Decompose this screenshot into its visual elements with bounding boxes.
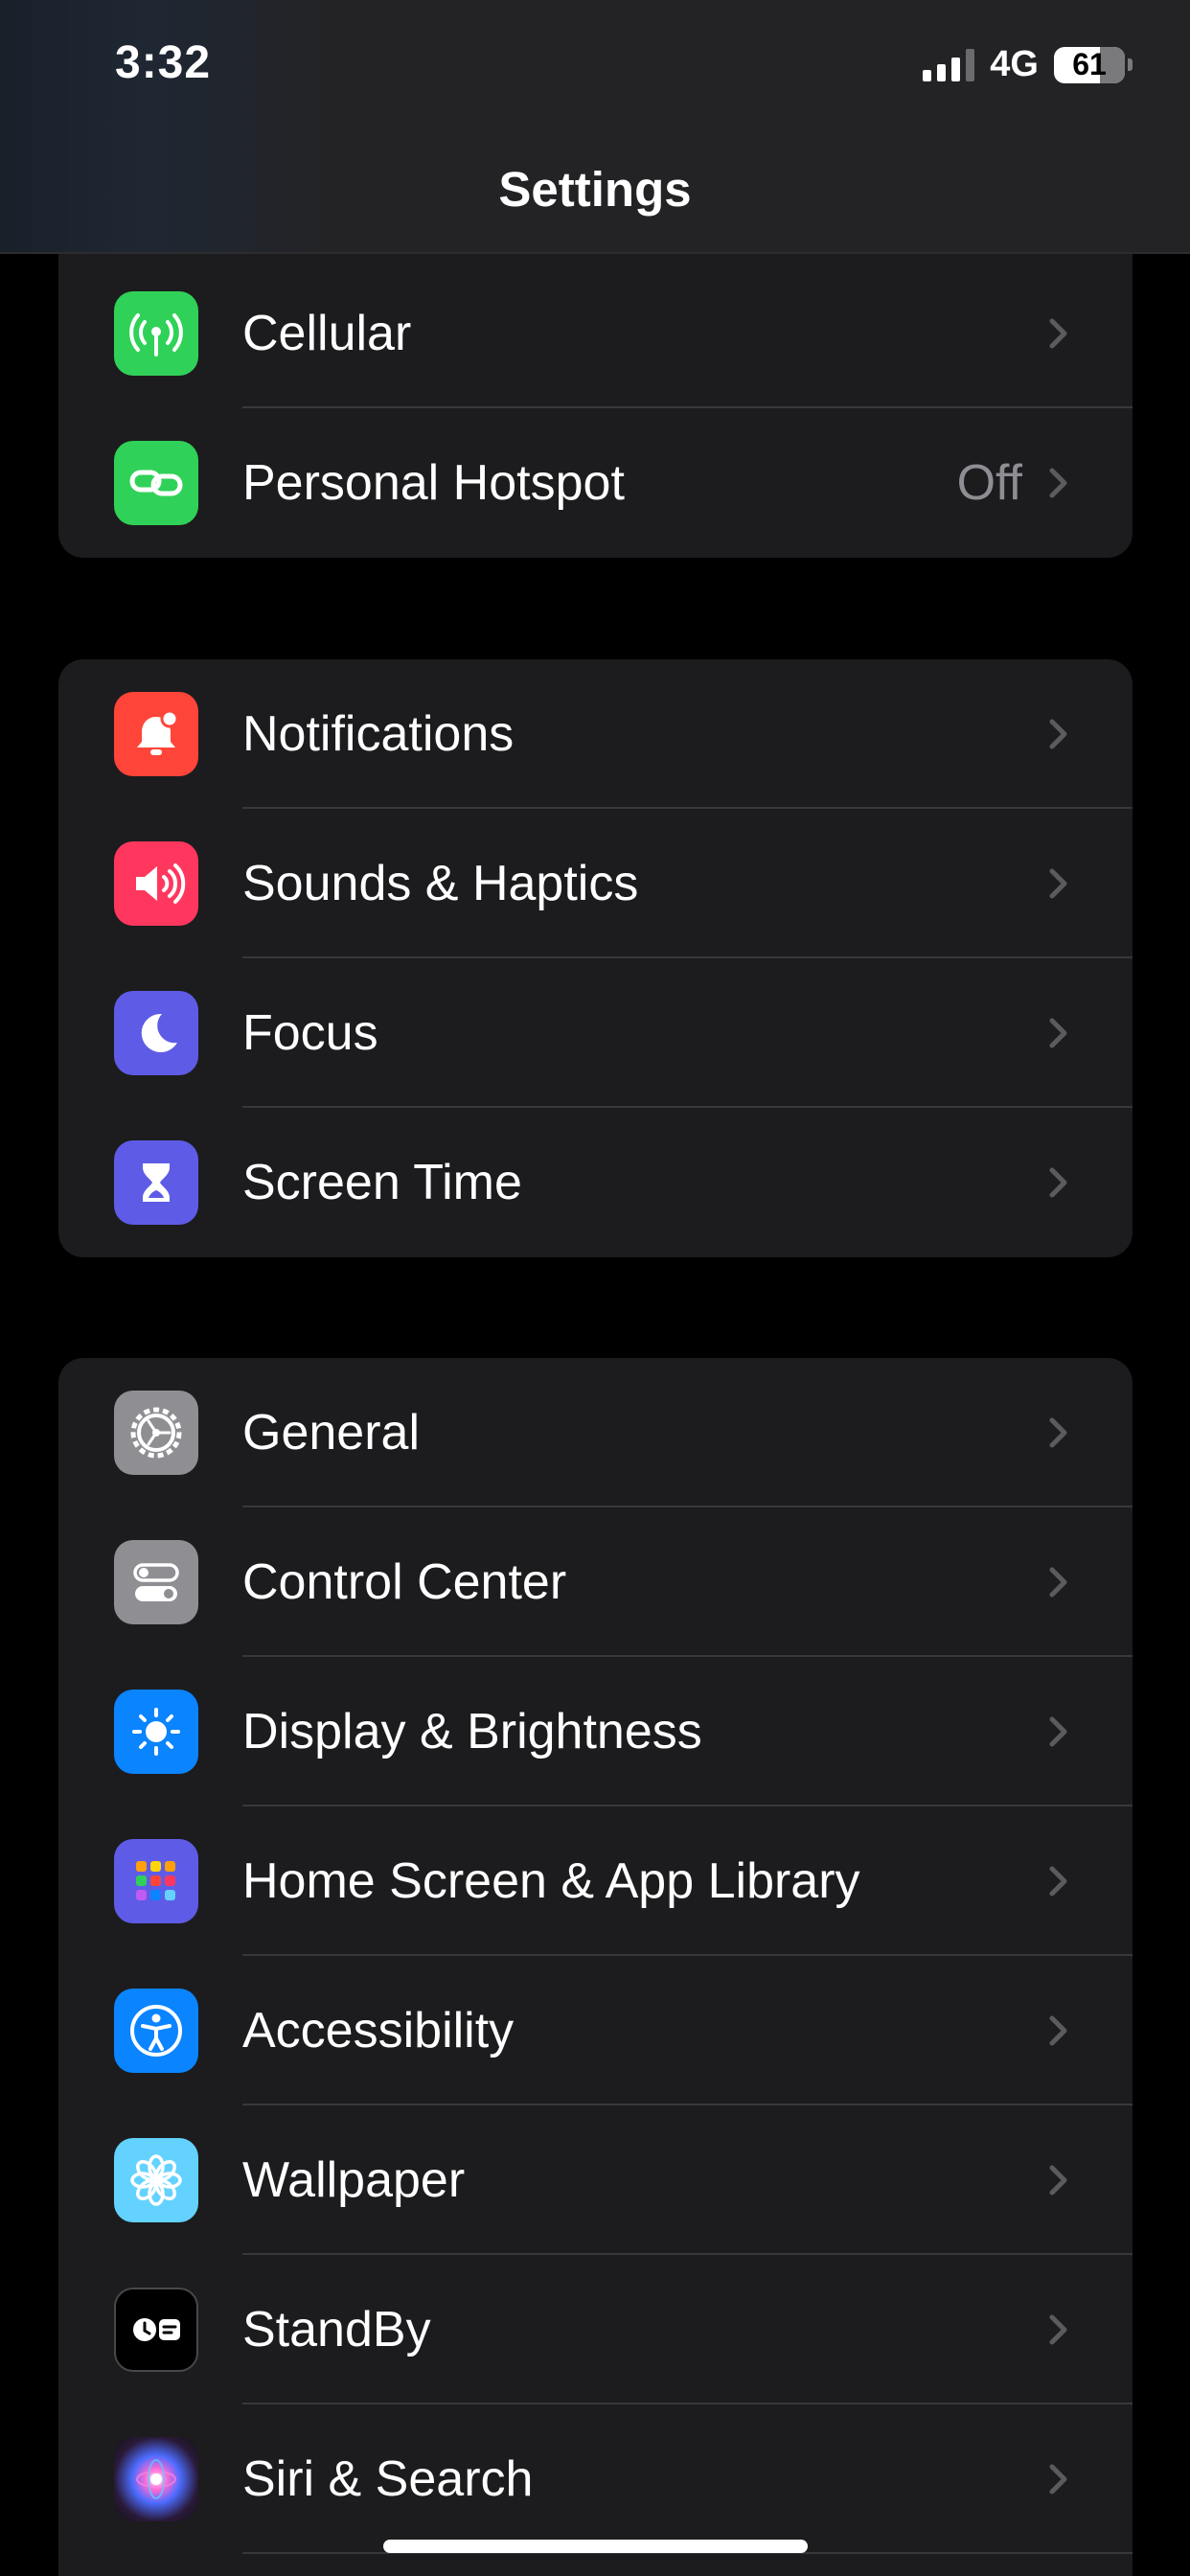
chevron-right-icon — [1049, 2314, 1067, 2345]
settings-row-accessibility[interactable]: Accessibility — [58, 1956, 1133, 2105]
settings-row-standby[interactable]: StandBy — [58, 2255, 1133, 2404]
home-indicator[interactable] — [383, 2540, 808, 2553]
settings-row-label: Display & Brightness — [242, 1704, 702, 1760]
chevron-right-icon — [1049, 2464, 1067, 2495]
toggles-icon — [114, 1540, 198, 1624]
battery-level: 61 — [1072, 47, 1107, 81]
settings-row-label: Cellular — [242, 306, 412, 361]
antenna-icon — [114, 291, 198, 376]
gear-icon — [114, 1391, 198, 1475]
settings-group-general: General Control Center Display & Brightn… — [58, 1358, 1133, 2576]
settings-row-focus[interactable]: Focus — [58, 958, 1133, 1108]
chevron-right-icon — [1049, 1716, 1067, 1747]
chevron-right-icon — [1049, 2015, 1067, 2046]
chevron-right-icon — [1049, 2165, 1067, 2196]
standby-icon — [114, 2288, 198, 2372]
chevron-right-icon — [1049, 1417, 1067, 1448]
siri-icon — [114, 2437, 198, 2521]
settings-row-label: Accessibility — [242, 2003, 515, 2058]
flower-icon — [114, 2138, 198, 2222]
settings-row-label: Home Screen & App Library — [242, 1853, 860, 1909]
accessibility-icon — [114, 1989, 198, 2073]
settings-row-label: Focus — [242, 1005, 378, 1061]
settings-row-personal-hotspot[interactable]: Personal Hotspot Off — [58, 408, 1133, 558]
settings-row-notifications[interactable]: Notifications — [58, 659, 1133, 809]
chevron-right-icon — [1049, 1167, 1067, 1198]
hotspot-link-icon — [114, 441, 198, 525]
settings-row-general[interactable]: General — [58, 1358, 1133, 1507]
settings-row-control-center[interactable]: Control Center — [58, 1507, 1133, 1657]
settings-row-home-screen[interactable]: Home Screen & App Library — [58, 1806, 1133, 1956]
speaker-icon — [114, 841, 198, 926]
settings-row-label: Notifications — [242, 706, 515, 762]
settings-row-label: StandBy — [242, 2302, 431, 2358]
settings-row-sounds-haptics[interactable]: Sounds & Haptics — [58, 809, 1133, 958]
settings-row-wallpaper[interactable]: Wallpaper — [58, 2105, 1133, 2255]
chevron-right-icon — [1049, 719, 1067, 749]
navigation-header: 3:32 4G 61 Settings — [0, 0, 1190, 254]
chevron-right-icon — [1049, 1018, 1067, 1048]
chevron-right-icon — [1049, 1866, 1067, 1897]
settings-row-label: Control Center — [242, 1554, 567, 1610]
settings-row-label: Personal Hotspot — [242, 455, 625, 511]
settings-row-label: General — [242, 1405, 420, 1460]
settings-row-label: Wallpaper — [242, 2152, 466, 2208]
chevron-right-icon — [1049, 318, 1067, 349]
bell-icon — [114, 692, 198, 776]
chevron-right-icon — [1049, 468, 1067, 498]
settings-row-display-brightness[interactable]: Display & Brightness — [58, 1657, 1133, 1806]
status-time: 3:32 — [115, 37, 212, 88]
settings-group-notifications: Notifications Sounds & Haptics Focus Scr… — [58, 659, 1133, 1257]
settings-row-siri-search[interactable]: Siri & Search — [58, 2404, 1133, 2554]
hotspot-status-value: Off — [956, 455, 1022, 511]
settings-row-cellular[interactable]: Cellular — [58, 259, 1133, 408]
page-title: Settings — [498, 162, 692, 217]
chevron-right-icon — [1049, 1567, 1067, 1598]
network-type: 4G — [990, 44, 1039, 84]
settings-group-connectivity: Cellular Personal Hotspot Off — [58, 230, 1133, 558]
battery-icon: 61 — [1054, 46, 1133, 83]
moon-icon — [114, 991, 198, 1075]
settings-row-screen-time[interactable]: Screen Time — [58, 1108, 1133, 1257]
cellular-signal-icon — [923, 48, 975, 81]
settings-row-label: Siri & Search — [242, 2451, 534, 2507]
sun-icon — [114, 1690, 198, 1774]
settings-row-label: Screen Time — [242, 1155, 522, 1210]
chevron-right-icon — [1049, 868, 1067, 899]
hourglass-icon — [114, 1140, 198, 1225]
settings-row-label: Sounds & Haptics — [242, 856, 639, 911]
app-grid-icon — [114, 1839, 198, 1923]
status-indicators: 4G 61 — [923, 44, 1133, 85]
